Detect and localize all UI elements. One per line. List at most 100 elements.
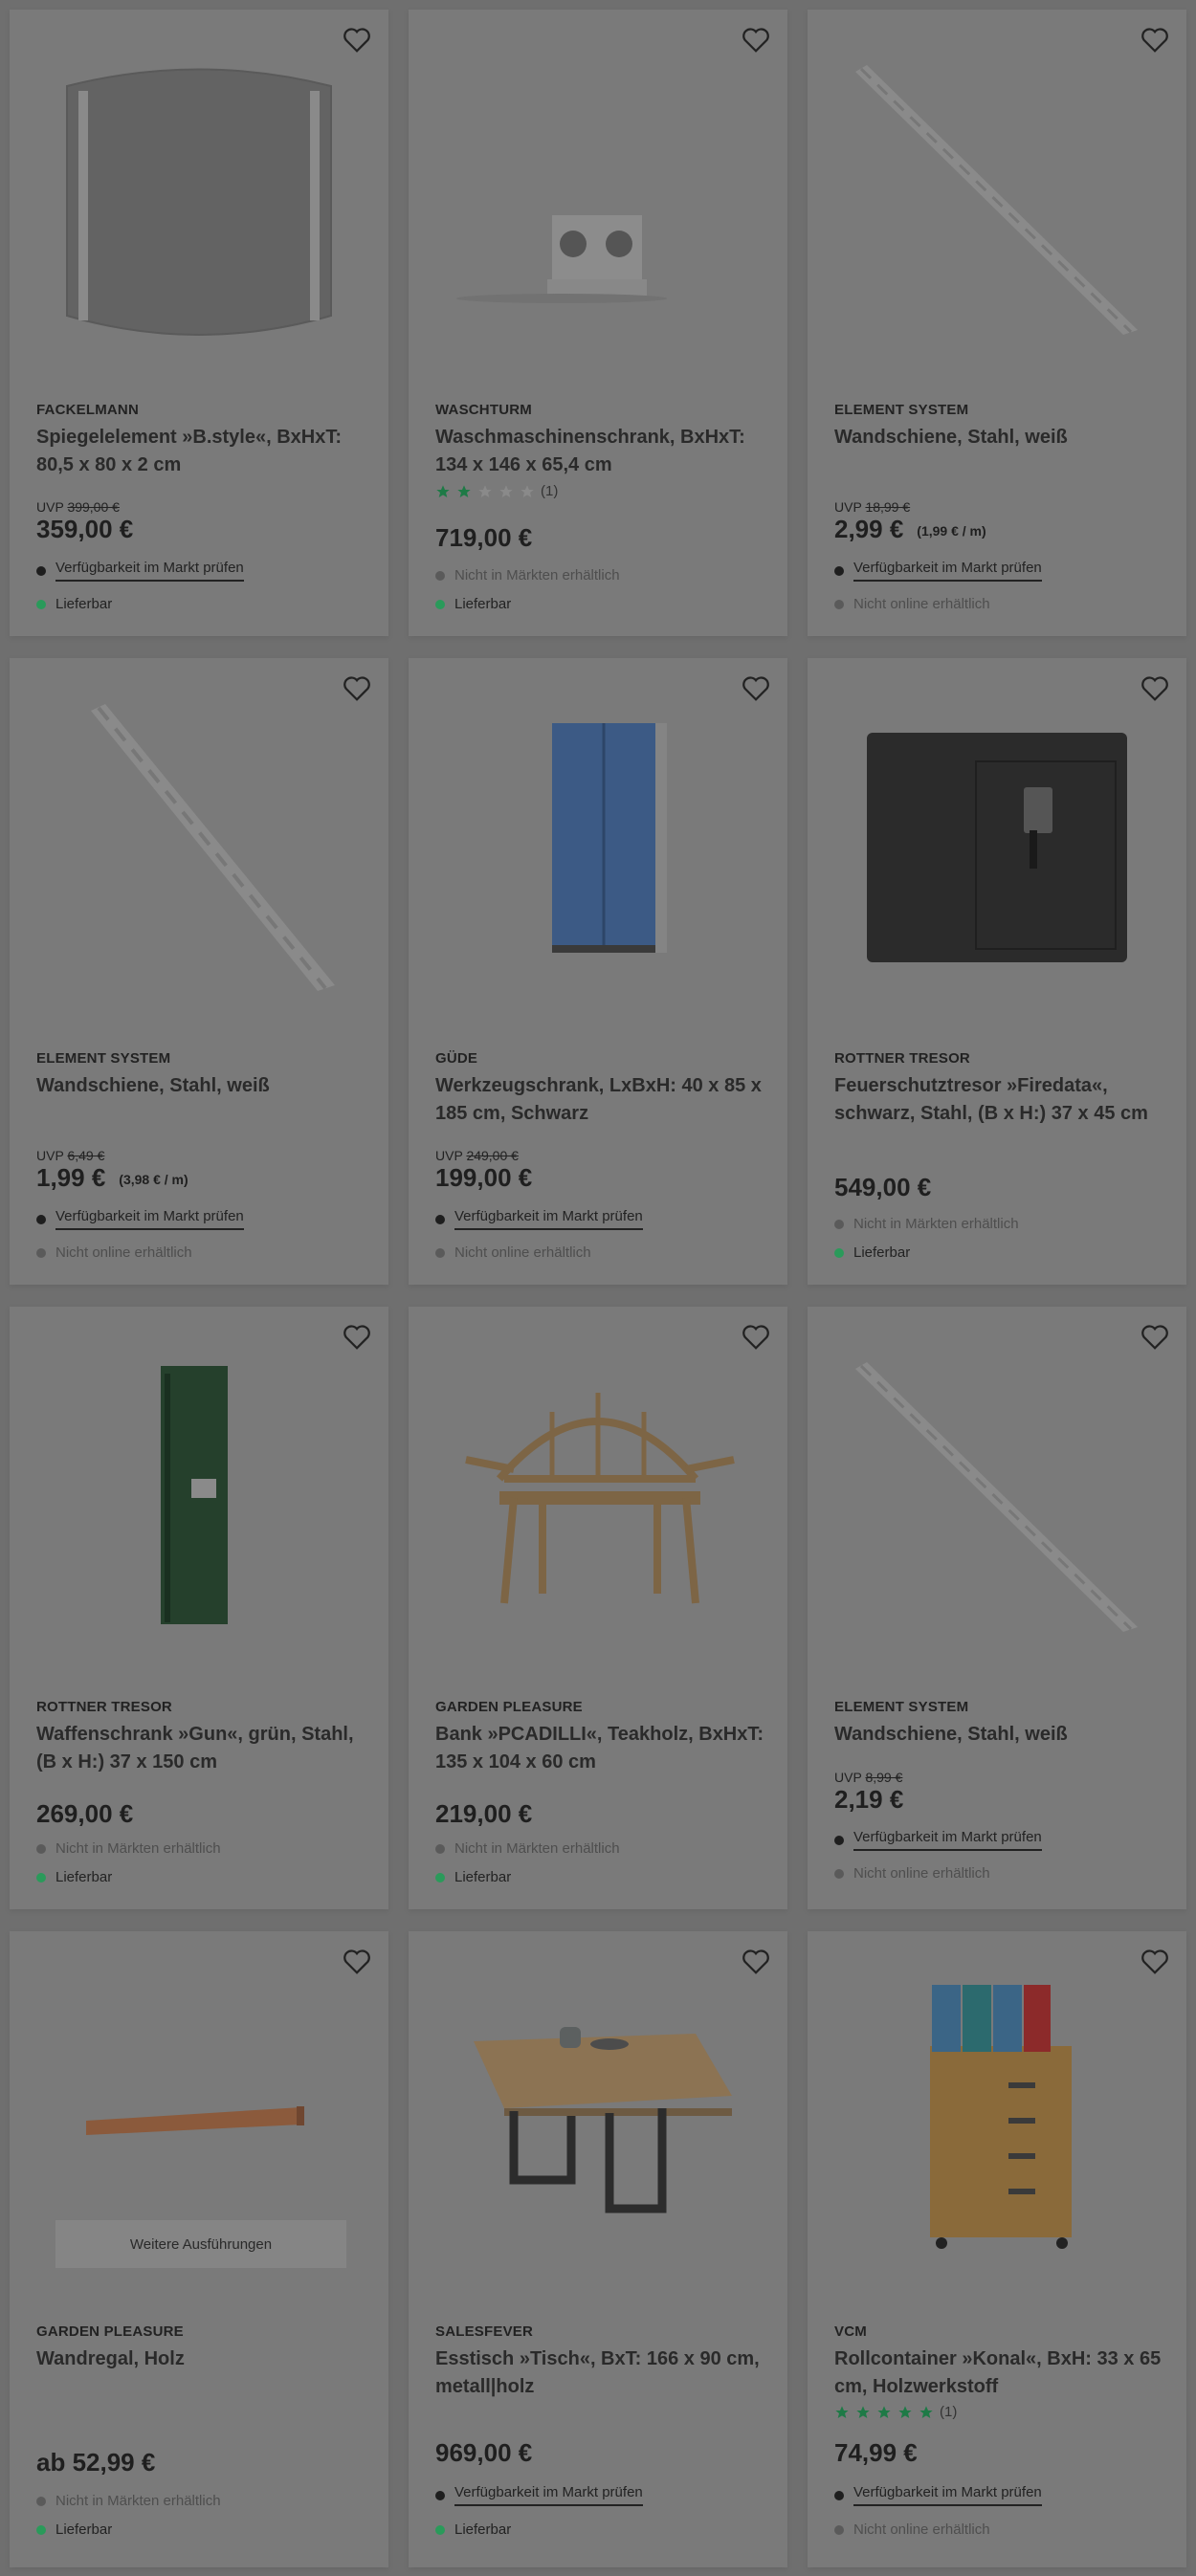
availability-store[interactable]: Verfügbarkeit im Markt prüfen (834, 2484, 1042, 2506)
availability-store[interactable]: Verfügbarkeit im Markt prüfen (834, 560, 1042, 582)
product-card[interactable]: Weitere Ausführungen GARDEN PLEASURE Wan… (10, 1931, 388, 2567)
favorite-heart-icon[interactable] (343, 1324, 371, 1351)
product-brand: GÜDE (435, 1050, 478, 1067)
check-store-link[interactable]: Verfügbarkeit im Markt prüfen (853, 1829, 1042, 1851)
uvp-label: UVP 249,00 € (435, 1148, 519, 1163)
product-image[interactable] (10, 1307, 388, 1689)
product-price: 969,00 € (435, 2438, 533, 2467)
product-card[interactable]: SALESFEVER Esstisch »Tisch«, BxT: 166 x … (409, 1931, 787, 2567)
uvp-label: UVP 18,99 € (834, 499, 911, 515)
uvp-price: 8,99 € (865, 1770, 903, 1785)
favorite-heart-icon[interactable] (1141, 1324, 1169, 1351)
product-card[interactable]: VCM Rollcontainer »Konal«, BxH: 33 x 65 … (808, 1931, 1186, 2567)
status-dot-icon (435, 1872, 445, 1882)
product-card[interactable]: GARDEN PLEASURE Bank »PCADILLI«, Teakhol… (409, 1307, 787, 1909)
availability-delivery: Lieferbar (435, 596, 511, 612)
product-image[interactable] (409, 10, 787, 392)
product-brand: ROTTNER TRESOR (834, 1050, 970, 1067)
availability-store[interactable]: Verfügbarkeit im Markt prüfen (834, 1829, 1042, 1851)
uvp-price: 399,00 € (67, 499, 120, 515)
product-image[interactable] (409, 1931, 787, 2314)
availability-store[interactable]: Verfügbarkeit im Markt prüfen (435, 1208, 643, 1230)
product-card[interactable]: ELEMENT SYSTEM Wandschiene, Stahl, weiß … (10, 658, 388, 1285)
product-title[interactable]: Waffenschrank »Gun«, grün, Stahl, (B x H… (36, 1721, 371, 1776)
status-dot-icon (834, 2490, 844, 2500)
product-title[interactable]: Wandschiene, Stahl, weiß (834, 1721, 1169, 1749)
availability-store[interactable]: Verfügbarkeit im Markt prüfen (36, 560, 244, 582)
product-title[interactable]: Wandschiene, Stahl, weiß (36, 1072, 371, 1100)
product-title[interactable]: Wandschiene, Stahl, weiß (834, 424, 1169, 451)
product-card[interactable]: ELEMENT SYSTEM Wandschiene, Stahl, weiß … (808, 10, 1186, 636)
availability-delivery: Lieferbar (435, 2521, 511, 2538)
status-dot-icon (435, 2490, 445, 2500)
check-store-link[interactable]: Verfügbarkeit im Markt prüfen (454, 2484, 643, 2506)
product-card[interactable]: GÜDE Werkzeugschrank, LxBxH: 40 x 85 x 1… (409, 658, 787, 1285)
product-image[interactable] (409, 1307, 787, 1689)
status-dot-icon (36, 1872, 46, 1882)
favorite-heart-icon[interactable] (742, 27, 770, 54)
check-store-link[interactable]: Verfügbarkeit im Markt prüfen (55, 1208, 244, 1230)
product-title[interactable]: Bank »PCADILLI«, Teakholz, BxHxT: 135 x … (435, 1721, 770, 1776)
favorite-heart-icon[interactable] (343, 1949, 371, 1975)
product-card[interactable]: ELEMENT SYSTEM Wandschiene, Stahl, weiß … (808, 1307, 1186, 1909)
favorite-heart-icon[interactable] (742, 1324, 770, 1351)
availability-store[interactable]: Verfügbarkeit im Markt prüfen (36, 1208, 244, 1230)
uvp-label: UVP 399,00 € (36, 499, 120, 515)
star-filled-icon (898, 2405, 912, 2418)
product-title[interactable]: Spiegelelement »B.style«, BxHxT: 80,5 x … (36, 424, 371, 479)
product-title[interactable]: Rollcontainer »Konal«, BxH: 33 x 65 cm, … (834, 2345, 1169, 2401)
favorite-heart-icon[interactable] (1141, 1949, 1169, 1975)
product-image[interactable] (808, 1931, 1186, 2314)
product-price: 549,00 € (834, 1173, 932, 1201)
status-dot-icon (435, 599, 445, 609)
product-title[interactable]: Esstisch »Tisch«, BxT: 166 x 90 cm, meta… (435, 2345, 770, 2401)
rating-stars[interactable]: (1) (435, 483, 558, 499)
availability-store[interactable]: Verfügbarkeit im Markt prüfen (435, 2484, 643, 2506)
product-card[interactable]: ROTTNER TRESOR Waffenschrank »Gun«, grün… (10, 1307, 388, 1909)
product-brand: GARDEN PLEASURE (435, 1699, 583, 1715)
check-store-link[interactable]: Verfügbarkeit im Markt prüfen (853, 2484, 1042, 2506)
check-store-link[interactable]: Verfügbarkeit im Markt prüfen (454, 1208, 643, 1230)
availability-delivery: Lieferbar (834, 1244, 910, 1261)
status-dot-icon (36, 1247, 46, 1258)
product-title[interactable]: Feuerschutztresor »Firedata«, schwarz, S… (834, 1072, 1169, 1128)
availability-delivery: Lieferbar (36, 2521, 112, 2538)
rating-stars[interactable]: (1) (834, 2404, 957, 2420)
product-image[interactable] (808, 1307, 1186, 1689)
product-title[interactable]: Waschmaschinenschrank, BxHxT: 134 x 146 … (435, 424, 770, 479)
product-image[interactable] (10, 10, 388, 392)
availability-store: Nicht in Märkten erhältlich (36, 2493, 221, 2509)
status-dot-icon (36, 565, 46, 576)
product-brand: WASCHTURM (435, 402, 532, 418)
availability-delivery: Nicht online erhältlich (834, 2521, 990, 2538)
product-image[interactable] (808, 658, 1186, 1041)
availability-delivery: Nicht online erhältlich (36, 1244, 192, 1261)
rating-count: (1) (541, 483, 559, 499)
favorite-heart-icon[interactable] (343, 27, 371, 54)
favorite-heart-icon[interactable] (742, 675, 770, 702)
status-dot-icon (834, 1868, 844, 1879)
check-store-link[interactable]: Verfügbarkeit im Markt prüfen (853, 560, 1042, 582)
check-store-link[interactable]: Verfügbarkeit im Markt prüfen (55, 560, 244, 582)
product-card[interactable]: FACKELMANN Spiegelelement »B.style«, BxH… (10, 10, 388, 636)
favorite-heart-icon[interactable] (742, 1949, 770, 1975)
product-price: ab 52,99 € (36, 2448, 156, 2477)
more-variants-button[interactable]: Weitere Ausführungen (55, 2220, 346, 2268)
product-image[interactable] (808, 10, 1186, 392)
star-filled-icon (436, 484, 450, 497)
product-brand: FACKELMANN (36, 402, 139, 418)
status-dot-icon (834, 1835, 844, 1845)
product-title[interactable]: Wandregal, Holz (36, 2345, 371, 2373)
product-brand: ELEMENT SYSTEM (36, 1050, 171, 1067)
product-card[interactable]: WASCHTURM Waschmaschinenschrank, BxHxT: … (409, 10, 787, 636)
product-image[interactable] (10, 658, 388, 1041)
favorite-heart-icon[interactable] (1141, 27, 1169, 54)
favorite-heart-icon[interactable] (1141, 675, 1169, 702)
favorite-heart-icon[interactable] (343, 675, 371, 702)
product-image[interactable] (409, 658, 787, 1041)
product-card[interactable]: ROTTNER TRESOR Feuerschutztresor »Fireda… (808, 658, 1186, 1285)
star-empty-icon (499, 484, 513, 497)
status-dot-icon (435, 2524, 445, 2535)
product-title[interactable]: Werkzeugschrank, LxBxH: 40 x 85 x 185 cm… (435, 1072, 770, 1128)
status-dot-icon (435, 570, 445, 581)
